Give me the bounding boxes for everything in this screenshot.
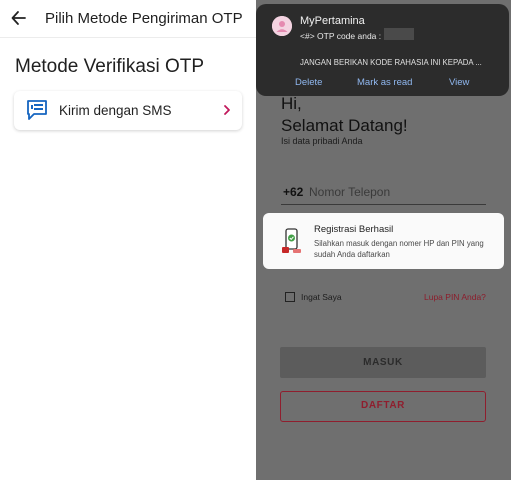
forgot-pin-link[interactable]: Lupa PIN Anda? [424,292,486,302]
redacted-otp [384,28,414,40]
remember-me-label: Ingat Saya [301,292,342,302]
greeting-hi: Hi, [281,94,302,113]
otp-method-screen: Pilih Metode Pengiriman OTP Metode Verif… [0,0,256,480]
phone-field: +62 [281,183,486,205]
mark-as-read-action[interactable]: Mark as read [357,77,412,88]
register-button[interactable]: DAFTAR [280,391,486,422]
sms-option-button[interactable]: Kirim dengan SMS [14,91,242,130]
phone-input[interactable] [309,183,479,201]
sms-option-label: Kirim dengan SMS [59,103,172,118]
registration-success-toast: Registrasi Berhasil Silahkan masuk denga… [263,213,504,269]
country-code: +62 [283,185,304,199]
login-button[interactable]: MASUK [280,347,486,378]
remember-me-checkbox[interactable] [285,292,295,302]
toast-message: Silahkan masuk dengan nomer HP dan PIN y… [314,239,484,259]
notification-app-name: MyPertamina [300,15,365,27]
delete-action[interactable]: Delete [295,77,322,88]
app-bar: Pilih Metode Pengiriman OTP [0,0,256,38]
section-title: Metode Verifikasi OTP [15,56,205,77]
chevron-right-icon [222,103,232,117]
notification-otp-text: <#> OTP code anda : [300,31,382,41]
app-avatar-icon [272,16,292,36]
notification-body: JANGAN BERIKAN KODE RAHASIA INI KEPADA .… [300,58,482,67]
greeting-welcome: Selamat Datang! [281,116,408,135]
otp-notification[interactable]: MyPertamina <#> OTP code anda : JANGAN B… [256,4,509,96]
greeting-subtitle: Isi data pribadi Anda [281,136,363,146]
toast-title: Registrasi Berhasil [314,224,394,235]
login-screen: Hi, Selamat Datang! Isi data pribadi And… [256,0,511,480]
phone-success-icon [281,227,303,255]
page-title: Pilih Metode Pengiriman OTP [45,10,243,27]
sms-chat-icon [25,98,49,122]
arrow-left-icon[interactable] [10,8,28,28]
view-action[interactable]: View [449,77,469,88]
